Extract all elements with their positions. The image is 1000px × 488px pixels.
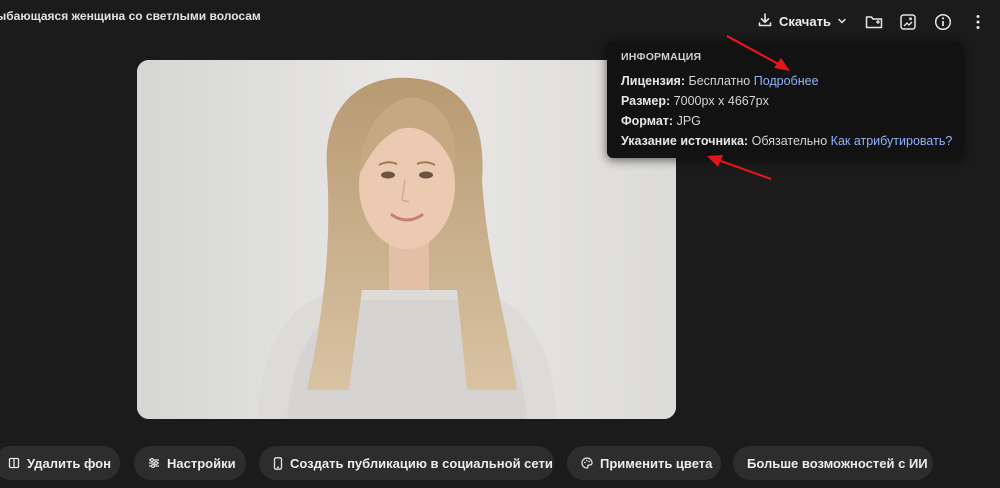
download-label: Скачать — [779, 14, 831, 29]
settings-label: Настройки — [167, 455, 236, 471]
license-label: Лицензия: — [621, 74, 685, 88]
annotation-arrow-attribution — [717, 158, 772, 181]
format-value: JPG — [676, 114, 701, 128]
download-icon — [757, 12, 773, 31]
info-icon[interactable] — [933, 12, 953, 32]
collection-icon[interactable] — [898, 12, 918, 32]
folder-icon[interactable] — [864, 12, 884, 32]
sliders-icon — [148, 457, 160, 469]
attribution-row: Указание источника: Обязательно Как атри… — [621, 134, 952, 148]
info-panel: ИНФОРМАЦИЯ Лицензия: Бесплатно Подробнее… — [607, 41, 963, 158]
more-ai-features-button[interactable]: Больше возможностей с ИИ — [733, 446, 933, 480]
apply-colors-button[interactable]: Применить цвета — [567, 446, 721, 480]
license-details-link[interactable]: Подробнее — [754, 74, 819, 88]
create-social-post-button[interactable]: Создать публикацию в социальной сети — [259, 446, 554, 480]
format-label: Формат: — [621, 114, 674, 128]
format-row: Формат: JPG — [621, 114, 701, 128]
more-ai-features-label: Больше возможностей с ИИ — [747, 455, 928, 471]
remove-background-label: Удалить фон — [27, 455, 111, 471]
palette-icon — [581, 457, 593, 469]
apply-colors-label: Применить цвета — [600, 455, 713, 471]
chevron-down-icon[interactable] — [837, 14, 847, 29]
portrait-illustration — [137, 60, 676, 419]
download-button[interactable]: Скачать — [757, 12, 847, 31]
size-value: 7000px x 4667px — [673, 94, 769, 108]
license-value: Бесплатно — [688, 74, 751, 88]
info-heading: ИНФОРМАЦИЯ — [621, 51, 702, 63]
size-label: Размер: — [621, 94, 671, 108]
create-social-post-label: Создать публикацию в социальной сети — [290, 455, 553, 471]
attribution-how-link[interactable]: Как атрибутировать? — [831, 134, 953, 148]
remove-background-icon — [8, 457, 20, 469]
license-row: Лицензия: Бесплатно Подробнее — [621, 74, 819, 88]
phone-icon — [273, 456, 283, 470]
attribution-label: Указание источника: — [621, 134, 749, 148]
remove-background-button[interactable]: Удалить фон — [0, 446, 120, 480]
image-title: ыбающаяся женщина со светлыми волосами, … — [0, 9, 261, 23]
settings-button[interactable]: Настройки — [134, 446, 246, 480]
size-row: Размер: 7000px x 4667px — [621, 94, 769, 108]
image-preview[interactable] — [137, 60, 676, 419]
attribution-value: Обязательно — [751, 134, 828, 148]
more-icon[interactable] — [968, 12, 988, 32]
